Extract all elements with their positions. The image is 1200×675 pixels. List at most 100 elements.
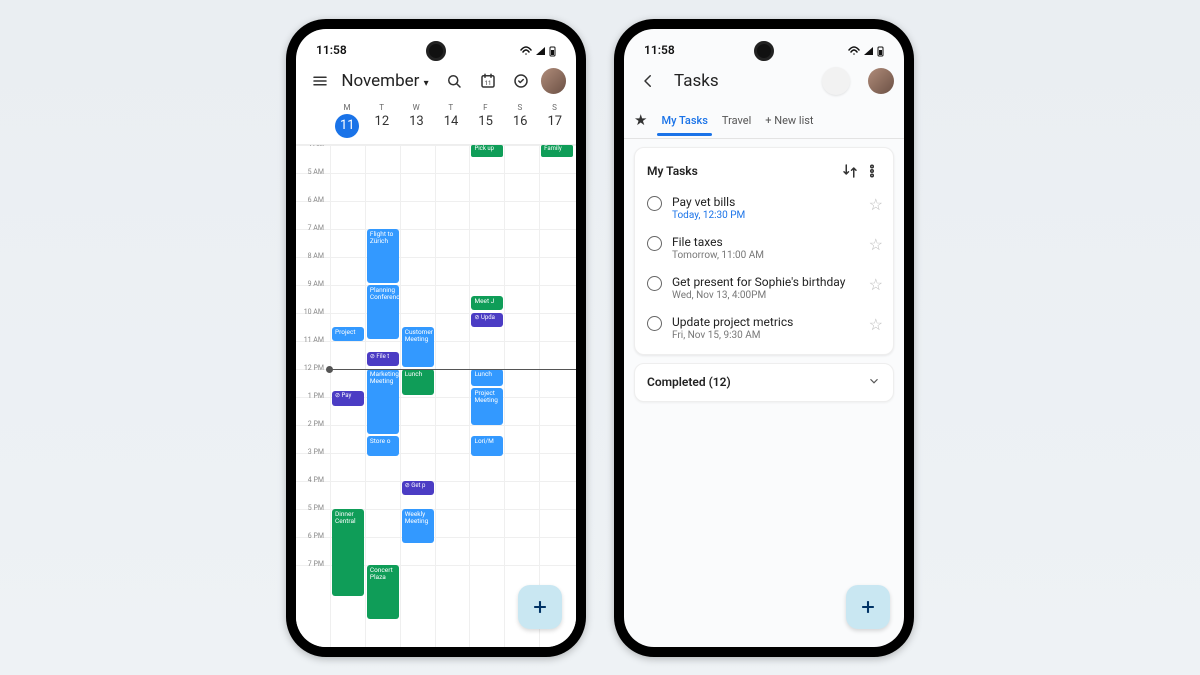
calendar-event[interactable]: Weekly Meeting bbox=[402, 509, 434, 543]
day-column[interactable]: F15 bbox=[468, 103, 503, 144]
star-icon[interactable]: ☆ bbox=[869, 195, 883, 214]
chevron-down-icon bbox=[867, 374, 881, 391]
sort-icon[interactable] bbox=[839, 160, 861, 182]
tab-travel[interactable]: Travel bbox=[722, 114, 751, 127]
calendar-event[interactable]: Project Meeting bbox=[471, 388, 503, 425]
day-column[interactable]: S17 bbox=[537, 103, 572, 144]
fab-add[interactable] bbox=[518, 585, 562, 629]
day-column[interactable]: T14 bbox=[434, 103, 469, 144]
tasks-screen: 11:58 Tasks ★ My Tasks Travel + New list… bbox=[624, 29, 904, 647]
more-icon[interactable] bbox=[861, 160, 883, 182]
grid-column[interactable]: Project ⊘ Pay Dinner Central bbox=[330, 145, 365, 647]
task-checkbox[interactable] bbox=[647, 316, 662, 331]
avatar[interactable] bbox=[868, 68, 894, 94]
day-number: 11 bbox=[335, 114, 359, 138]
allday-event[interactable]: Pick up bbox=[471, 145, 503, 157]
clock: 11:58 bbox=[316, 43, 347, 57]
completed-section[interactable]: Completed (12) bbox=[634, 363, 894, 402]
page-title: Tasks bbox=[674, 71, 719, 91]
calendar-event[interactable]: Flight to Zürich bbox=[367, 229, 399, 283]
tasks-appbar: Tasks bbox=[624, 59, 904, 103]
hour-label: 2 PM bbox=[298, 420, 328, 428]
status-icons bbox=[520, 46, 556, 57]
task-title: Get present for Sophie's birthday bbox=[672, 275, 859, 289]
calendar-event[interactable]: Concert Plaza bbox=[367, 565, 399, 619]
today-icon[interactable]: 11 bbox=[474, 67, 501, 95]
menu-icon[interactable] bbox=[306, 67, 333, 95]
hour-label: 8 AM bbox=[298, 252, 328, 260]
now-indicator bbox=[330, 369, 576, 370]
task-checkbox[interactable] bbox=[647, 236, 662, 251]
phone-calendar: 11:58 November ▾ 11 M11T12W13T14F15S16S1… bbox=[286, 19, 586, 657]
calendar-event[interactable]: Dinner Central bbox=[332, 509, 364, 597]
task-subtitle: Tomorrow, 11:00 AM bbox=[672, 250, 859, 261]
day-column[interactable]: M 11 bbox=[330, 103, 365, 144]
calendar-event[interactable]: ⊘ Get p bbox=[402, 481, 434, 496]
fab-add[interactable] bbox=[846, 585, 890, 629]
calendar-event[interactable]: Meet J bbox=[471, 296, 503, 311]
calendar-grid[interactable]: 4 AM5 AM6 AM7 AM8 AM9 AM10 AM11 AM12 PM1… bbox=[296, 145, 576, 647]
task-item[interactable]: Update project metricsFri, Nov 15, 9:30 … bbox=[635, 308, 893, 348]
status-bar: 11:58 bbox=[624, 29, 904, 59]
card-header: My Tasks bbox=[635, 154, 893, 188]
calendar-screen: 11:58 November ▾ 11 M11T12W13T14F15S16S1… bbox=[296, 29, 576, 647]
tab-new-list[interactable]: + New list bbox=[765, 114, 813, 127]
calendar-event[interactable]: Lunch bbox=[471, 369, 503, 387]
task-checkbox[interactable] bbox=[647, 276, 662, 291]
calendar-event[interactable]: Project bbox=[332, 327, 364, 342]
task-title: Pay vet bills bbox=[672, 195, 859, 209]
tab-my-tasks[interactable]: My Tasks bbox=[661, 114, 707, 127]
phone-tasks: 11:58 Tasks ★ My Tasks Travel + New list… bbox=[614, 19, 914, 657]
list-title: My Tasks bbox=[647, 164, 839, 178]
hour-label: 1 PM bbox=[298, 392, 328, 400]
task-item[interactable]: Get present for Sophie's birthdayWed, No… bbox=[635, 268, 893, 308]
hour-label: 7 PM bbox=[298, 560, 328, 568]
completed-label: Completed (12) bbox=[647, 375, 731, 389]
signal-icon bbox=[535, 46, 546, 56]
hour-label: 10 AM bbox=[298, 308, 328, 316]
day-of-week: T bbox=[434, 103, 469, 112]
day-column[interactable]: S16 bbox=[503, 103, 538, 144]
back-icon[interactable] bbox=[634, 67, 662, 95]
star-icon[interactable]: ☆ bbox=[869, 275, 883, 294]
unknown-circle-icon[interactable] bbox=[822, 67, 850, 95]
star-icon[interactable]: ☆ bbox=[869, 235, 883, 254]
day-of-week: F bbox=[468, 103, 503, 112]
grid-column[interactable] bbox=[504, 145, 539, 647]
month-dropdown[interactable]: November ▾ bbox=[341, 71, 428, 91]
hour-label: 4 AM bbox=[298, 145, 328, 148]
grid-column[interactable]: Flight to ZürichPlanning Conference ⊘ Fil… bbox=[365, 145, 400, 647]
tab-starred[interactable]: ★ bbox=[634, 111, 647, 129]
day-number: 13 bbox=[399, 114, 434, 129]
calendar-event[interactable]: Lunch bbox=[402, 369, 434, 395]
star-icon[interactable]: ☆ bbox=[869, 315, 883, 334]
allday-event[interactable]: Family bbox=[541, 145, 573, 157]
calendar-event[interactable]: Lori/M bbox=[471, 436, 503, 456]
calendar-event[interactable]: ⊘ Pay bbox=[332, 391, 364, 406]
wifi-icon bbox=[848, 46, 860, 56]
signal-icon bbox=[863, 46, 874, 56]
calendar-event[interactable]: Planning Conference bbox=[367, 285, 399, 339]
day-column[interactable]: W13 bbox=[399, 103, 434, 144]
hour-label: 5 PM bbox=[298, 504, 328, 512]
task-item[interactable]: Pay vet billsToday, 12:30 PM☆ bbox=[635, 188, 893, 228]
calendar-event[interactable]: Customer Meeting bbox=[402, 327, 434, 367]
avatar[interactable] bbox=[541, 68, 566, 94]
calendar-event[interactable]: Store o bbox=[367, 436, 399, 456]
day-of-week: M bbox=[330, 103, 365, 112]
clock: 11:58 bbox=[644, 43, 675, 57]
task-item[interactable]: File taxesTomorrow, 11:00 AM☆ bbox=[635, 228, 893, 268]
calendar-event[interactable]: Marketing Meeting bbox=[367, 369, 399, 434]
task-checkbox[interactable] bbox=[647, 196, 662, 211]
tasks-icon[interactable] bbox=[507, 67, 534, 95]
grid-column[interactable] bbox=[435, 145, 470, 647]
calendar-event[interactable]: ⊘ File t bbox=[367, 352, 399, 367]
calendar-event[interactable]: ⊘ Upda bbox=[471, 313, 503, 328]
grid-column[interactable]: Family bbox=[539, 145, 574, 647]
grid-column[interactable]: Pick up Meet J ⊘ Upda LunchProject Meeting L… bbox=[469, 145, 504, 647]
day-column[interactable]: T12 bbox=[365, 103, 400, 144]
day-of-week: T bbox=[365, 103, 400, 112]
search-icon[interactable] bbox=[441, 67, 468, 95]
grid-column[interactable]: Customer MeetingLunch ⊘ Get p Weekly Meeti… bbox=[400, 145, 435, 647]
week-header[interactable]: M 11T12W13T14F15S16S17 bbox=[296, 103, 576, 145]
